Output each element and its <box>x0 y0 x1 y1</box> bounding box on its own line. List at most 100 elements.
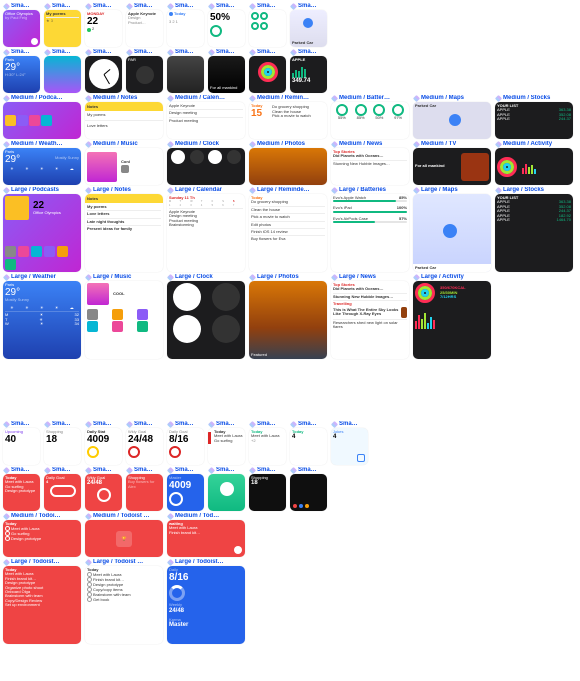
widget-notes-large[interactable]: NotesMy poemsLove lettersLate night thou… <box>85 194 163 272</box>
spacer <box>2 360 578 420</box>
ring-icon <box>128 446 140 458</box>
widget-todoist-shopping-small[interactable]: Shopping18 <box>44 428 81 465</box>
widget-batteries-large[interactable]: Evo's Apple Watch85%Evo's iPad100%Evo's … <box>331 194 409 272</box>
label-medium: Medium / Todoist … <box>85 513 165 520</box>
widget-weather-small[interactable]: Paris29°H:30° L:24° <box>3 56 40 93</box>
ring-icon <box>251 12 259 20</box>
label-large: Large / Activity <box>413 274 493 281</box>
widget-music-medium[interactable]: Conl <box>85 148 163 185</box>
clock-icon <box>227 150 241 164</box>
widget-batteries-small[interactable] <box>249 10 286 47</box>
podcast-art-icon <box>29 115 40 126</box>
widget-stocks-large[interactable]: YOUR LISTAPPLE363.38APPLE352.08APPLE244.… <box>495 194 573 272</box>
widget-todoist-done-small[interactable] <box>208 474 245 511</box>
widget-todoist-large-2[interactable]: TodayMeet with LauraFinish brand kit…Des… <box>85 566 163 644</box>
widget-todoist-large[interactable]: TodayMeet with LauraFinish brand kit…Des… <box>3 566 81 644</box>
widget-calendar-small[interactable]: MONDAY222 <box>85 10 122 47</box>
play-icon <box>31 38 38 45</box>
widget-todoist-today-small[interactable]: TodayMeet with LauraGo surfing <box>208 428 245 465</box>
widget-todoist-jokes-small[interactable]: Jokes4 <box>331 428 368 465</box>
widget-podcasts-medium[interactable] <box>3 102 81 139</box>
sparkle-icon <box>495 187 502 194</box>
sparkle-icon <box>290 467 297 474</box>
podcast-art-icon <box>17 115 28 126</box>
widget-music-small[interactable] <box>44 56 81 93</box>
battery-ring-icon <box>210 25 222 37</box>
sparkle-icon <box>249 467 256 474</box>
widget-clock-large[interactable] <box>167 281 245 359</box>
sparkle-icon <box>249 187 256 194</box>
widget-news-medium[interactable]: Top StoriesDid Planets with Oceans…Stunn… <box>331 148 409 185</box>
label-small: Sma… <box>290 3 329 10</box>
widget-todoist-today-small-2[interactable]: TodayMeet with Laura+2 <box>249 428 286 465</box>
widget-tv-small[interactable]: For all mankind <box>208 56 245 93</box>
widget-weather-medium[interactable]: Paris29°Mostly Sunny☀☀☀☀☁ <box>3 148 81 185</box>
label-large: Large / News <box>331 274 411 281</box>
widget-photos-medium[interactable] <box>249 148 327 185</box>
widget-todoist-alt-medium[interactable]: 🏆 <box>85 520 163 557</box>
widget-activity-medium[interactable] <box>495 148 573 185</box>
ring-icon <box>169 492 183 506</box>
widget-maps-medium[interactable]: Parked Car <box>413 102 491 139</box>
sparkle-icon <box>167 467 174 474</box>
widget-photos-small[interactable] <box>167 56 204 93</box>
widget-reminders-small[interactable]: Today3 2 1 <box>167 10 204 47</box>
clock-icon <box>171 150 185 164</box>
widget-maps-large[interactable]: Parked Car <box>413 194 491 272</box>
widget-todoist-waiting-medium[interactable]: waitingMeet with LauraFinish brand kit… <box>167 520 245 557</box>
widget-clock-medium[interactable] <box>167 148 245 185</box>
widget-weather-large[interactable]: Paris29°Mostly Sunny☀☀☀☀☁M☀32T☀33W☀34 <box>3 281 81 359</box>
widget-batteries-medium[interactable]: 55%85%50%97% <box>331 102 409 139</box>
widget-podcasts-small[interactable]: Office Olympicsby Paul Feig <box>3 10 40 47</box>
clock-dark-icon <box>136 66 154 84</box>
widget-tv-medium[interactable]: For all mankind <box>413 148 491 185</box>
widget-reminders-medium[interactable]: Today15Do grocery shoppingClean the hous… <box>249 102 327 139</box>
widget-todoist-today-green-small[interactable]: Today4 <box>290 428 327 465</box>
widget-todoist-dots-small[interactable] <box>290 474 327 511</box>
label-small: Sma… <box>167 49 206 56</box>
label-medium: Medium / Calen… <box>167 95 247 102</box>
widget-calendar-large[interactable]: Sunday 11 ThMTWTFSS1234567Apple KeynoteD… <box>167 194 245 272</box>
widget-clock-small[interactable] <box>85 56 122 93</box>
widget-todoist-master-blue-small[interactable]: Master4009 <box>167 474 204 511</box>
widget-todoist-upcoming-small[interactable]: Upcoming40 <box>3 428 40 465</box>
widget-todoist-shopping-red-small[interactable]: ShoppingBuy flowers for Alex <box>126 474 163 511</box>
widget-podcasts-large[interactable]: 22Office Olympics <box>3 194 81 272</box>
sparkle-icon <box>85 274 92 281</box>
widget-stocks-small[interactable]: APPLE349.74 <box>290 56 327 93</box>
widget-todoist-wkly-red-small[interactable]: Wkly Goal24/48 <box>85 474 122 511</box>
sparkle-icon <box>85 49 92 56</box>
widget-todoist-master-large[interactable]: Daily8/16Weekly24/48KarmaMaster <box>167 566 245 644</box>
todoist-icon <box>208 432 211 444</box>
widget-todoist-shopping-dark-small[interactable]: Shopping18 <box>249 474 286 511</box>
circle-icon[interactable] <box>87 597 92 602</box>
widget-music-large[interactable]: COOL <box>85 281 163 359</box>
widget-battery-small[interactable]: 50% <box>208 10 245 47</box>
widget-notes-small[interactable]: My poems★ 3 <box>44 10 81 47</box>
widget-activity-small[interactable] <box>249 56 286 93</box>
widget-todoist-medium[interactable]: TodayMeet with LauraGo surfingDesign pro… <box>3 520 81 557</box>
widget-calendar-medium[interactable]: Apple KeynoteDesign meetingProduct meeti… <box>167 102 245 139</box>
sparkle-icon <box>85 513 92 520</box>
label-small: Sma… <box>290 467 329 474</box>
widget-todoist-today-red-small[interactable]: TodayMeet with LauraGo surfingDesign pro… <box>3 474 40 511</box>
widget-todoist-daily-red-small[interactable]: Daily Goal4 <box>44 474 81 511</box>
sparkle-icon <box>290 421 297 428</box>
widget-news-large[interactable]: Top StoriesDid Planets with Oceans…Stunn… <box>331 281 409 359</box>
sparkle-icon <box>85 95 92 102</box>
widget-calendar-small-2[interactable]: Apple KeynoteDesignProduct… <box>126 10 163 47</box>
add-icon[interactable] <box>234 546 242 554</box>
widget-maps-small[interactable]: Parked Car <box>290 10 327 47</box>
widget-reminders-large[interactable]: TodayDo grocery shoppingClean the houseP… <box>249 194 327 272</box>
widget-activity-large[interactable]: 350/670KCAL25/30MIN7/12HRS <box>413 281 491 359</box>
widget-photos-large[interactable]: Featured <box>249 281 327 359</box>
widget-todoist-daily-small[interactable]: Daily Goal8/16 <box>167 428 204 465</box>
sparkle-icon <box>249 49 256 56</box>
sparkle-icon <box>167 513 174 520</box>
widget-stocks-medium[interactable]: YOUR LISTAPPLE363.38APPLE352.08APPLE244.… <box>495 102 573 139</box>
widget-notes-medium[interactable]: NotesMy poemsLove letters <box>85 102 163 139</box>
widget-todoist-karma-small[interactable]: Daily Stat4009 <box>85 428 122 465</box>
widget-todoist-weekly-small[interactable]: Wkly Goal24/48 <box>126 428 163 465</box>
widget-worldclock-small[interactable]: PAR <box>126 56 163 93</box>
label-small: Sma… <box>85 49 124 56</box>
